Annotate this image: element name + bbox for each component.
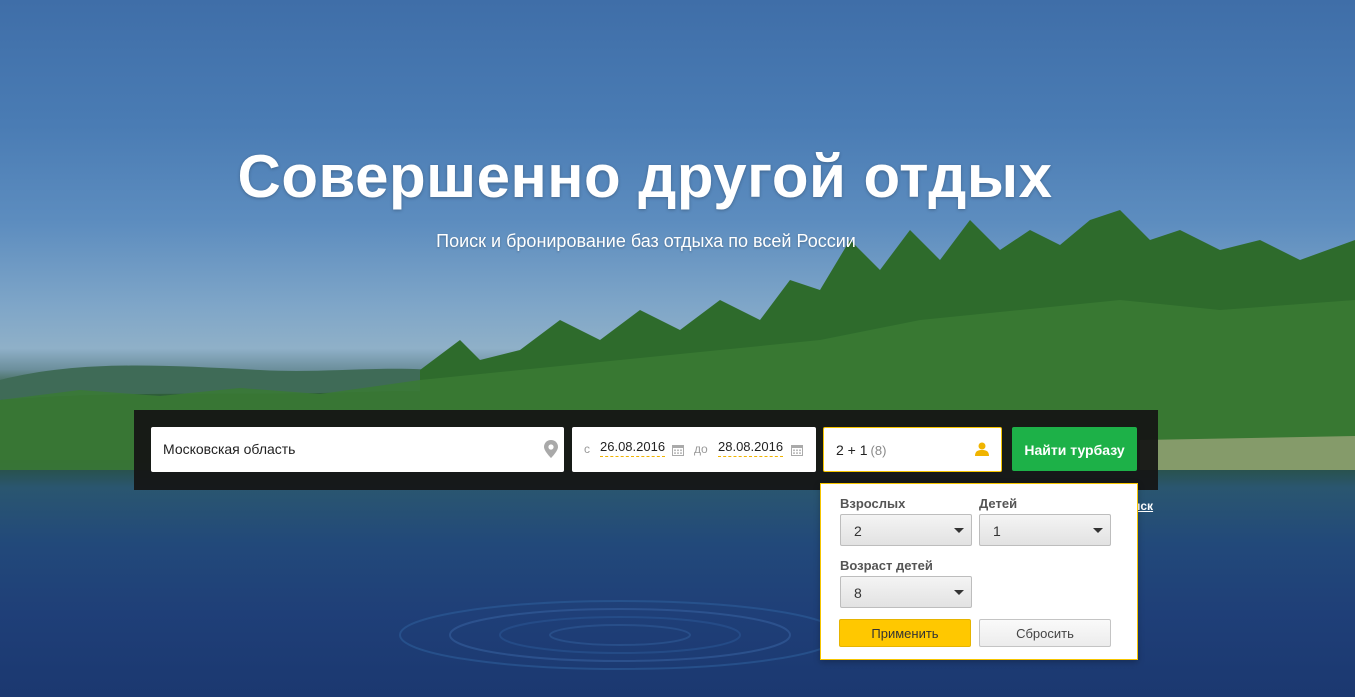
reset-button[interactable]: Сбросить: [979, 619, 1111, 647]
page-title: Совершенно другой отдых: [237, 143, 1053, 210]
person-icon: [975, 442, 989, 461]
guests-field[interactable]: 2 + 1 (8): [823, 427, 1002, 472]
apply-button[interactable]: Применить: [839, 619, 971, 647]
guests-ages: (8): [870, 443, 887, 458]
map-pin-icon: [544, 440, 558, 463]
adults-label: Взрослых: [840, 496, 906, 511]
chevron-down-icon: [954, 528, 964, 533]
children-label: Детей: [979, 496, 1018, 511]
guests-popup: Взрослых 2 Детей 1 Возраст детей 8 Приме…: [820, 483, 1138, 660]
calendar-icon[interactable]: [672, 443, 684, 461]
adults-value: 2: [854, 523, 862, 539]
location-value: Московская область: [163, 441, 296, 457]
find-button[interactable]: Найти турбазу: [1012, 427, 1137, 471]
chevron-down-icon: [954, 590, 964, 595]
children-age-value: 8: [854, 585, 862, 601]
date-to-input[interactable]: 28.08.2016: [718, 439, 784, 457]
guests-value: 2 + 1 (8): [836, 442, 886, 458]
calendar-icon[interactable]: [791, 443, 803, 461]
chevron-down-icon: [1093, 528, 1103, 533]
adults-select[interactable]: 2: [840, 514, 972, 546]
hero-section: Совершенно другой отдых Поиск и брониров…: [0, 0, 1355, 697]
guests-count: 2 + 1: [836, 442, 868, 458]
children-age-label: Возраст детей: [840, 558, 933, 573]
page-subtitle: Поиск и бронирование баз отдыха по всей …: [436, 231, 856, 251]
children-age-select[interactable]: 8: [840, 576, 972, 608]
date-from-input[interactable]: 26.08.2016: [600, 439, 666, 457]
date-range-field: с 26.08.2016 до 28.08.2016: [572, 427, 816, 472]
children-select[interactable]: 1: [979, 514, 1111, 546]
date-to-label: до: [694, 442, 708, 456]
date-from-label: с: [584, 442, 590, 456]
water-ripples: [399, 600, 841, 670]
search-bar: Московская область с 26.08.2016 до 28.08…: [134, 410, 1158, 490]
location-field[interactable]: Московская область: [151, 427, 564, 472]
children-value: 1: [993, 523, 1001, 539]
